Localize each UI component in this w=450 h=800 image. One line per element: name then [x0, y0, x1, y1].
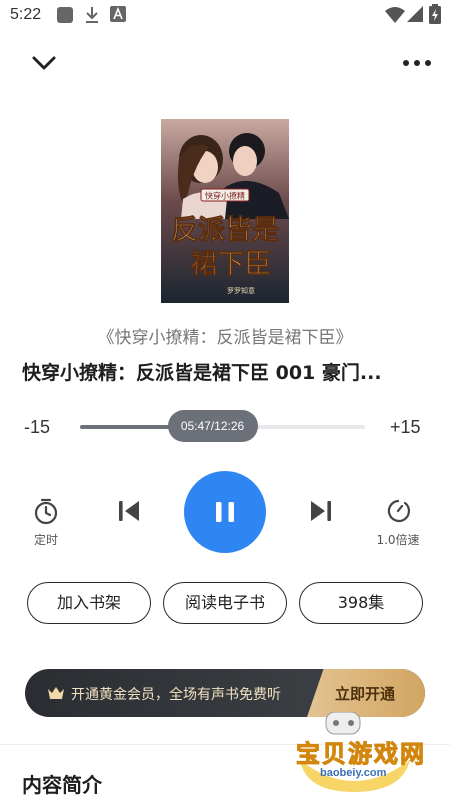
speed-label: 1.0倍速 [376, 533, 420, 547]
pause-icon [216, 502, 234, 522]
progress-thumb-time[interactable]: 05:47/12:26 [167, 410, 258, 442]
app-square-icon [57, 7, 73, 23]
add-to-shelf-button[interactable]: 加入书架 [27, 582, 151, 624]
battery-charging-icon [429, 4, 441, 24]
cover-title-line-1: 反派皆是 [171, 215, 279, 246]
chevron-down-icon[interactable] [28, 50, 60, 76]
next-chapter-button[interactable] [306, 498, 336, 526]
timer-icon [34, 498, 58, 525]
read-ebook-button[interactable]: 阅读电子书 [163, 582, 287, 624]
episodes-button[interactable]: 398集 [299, 582, 423, 624]
timer-label: 定时 [33, 533, 58, 547]
signal-icon [407, 6, 423, 22]
download-icon [86, 7, 98, 23]
seek-back-15-button[interactable]: -15 [24, 417, 50, 438]
watermark-name: 宝贝游戏网 [296, 740, 426, 769]
vip-promo-text: 开通黄金会员，全场有声书免费听 [71, 687, 281, 703]
site-watermark-logo: 宝贝游戏网 baobeiy.com [282, 712, 427, 792]
vip-open-button[interactable]: 立即开通 [307, 669, 425, 717]
skip-previous-icon [119, 501, 139, 521]
player-topbar [0, 44, 450, 84]
book-cover: 快穿小撩精 反派皆是 裙下臣 罗罗知意 [161, 119, 289, 303]
previous-chapter-button[interactable] [114, 498, 144, 526]
book-title: 《快穿小撩精：反派皆是裙下臣》 [97, 328, 353, 348]
a-letter-icon [110, 6, 126, 22]
vip-open-label: 立即开通 [335, 685, 396, 703]
sleep-timer-button[interactable]: 定时 [22, 497, 70, 548]
vip-banner[interactable]: 开通黄金会员，全场有声书免费听 立即开通 [25, 669, 425, 717]
wifi-icon [385, 7, 405, 23]
pause-button[interactable] [184, 471, 266, 553]
cover-author: 罗罗知意 [227, 286, 255, 295]
speed-icon [387, 499, 411, 523]
crown-icon [48, 687, 64, 699]
cover-title-line-2: 裙下臣 [191, 249, 272, 280]
playback-speed-button[interactable]: 1.0倍速 [370, 497, 426, 548]
skip-next-icon [311, 501, 331, 521]
more-horizontal-icon[interactable] [400, 50, 434, 76]
watermark-url: baobeiy.com [320, 767, 387, 779]
intro-section-title: 内容简介 [22, 773, 102, 797]
status-time: 5:22 [10, 6, 42, 23]
chapter-title: 快穿小撩精：反派皆是裙下臣 001 豪门... [22, 362, 382, 384]
cover-banner-text: 快穿小撩精 [205, 191, 245, 201]
seek-forward-15-button[interactable]: +15 [390, 417, 421, 438]
status-bar: 5:22 [0, 0, 450, 32]
